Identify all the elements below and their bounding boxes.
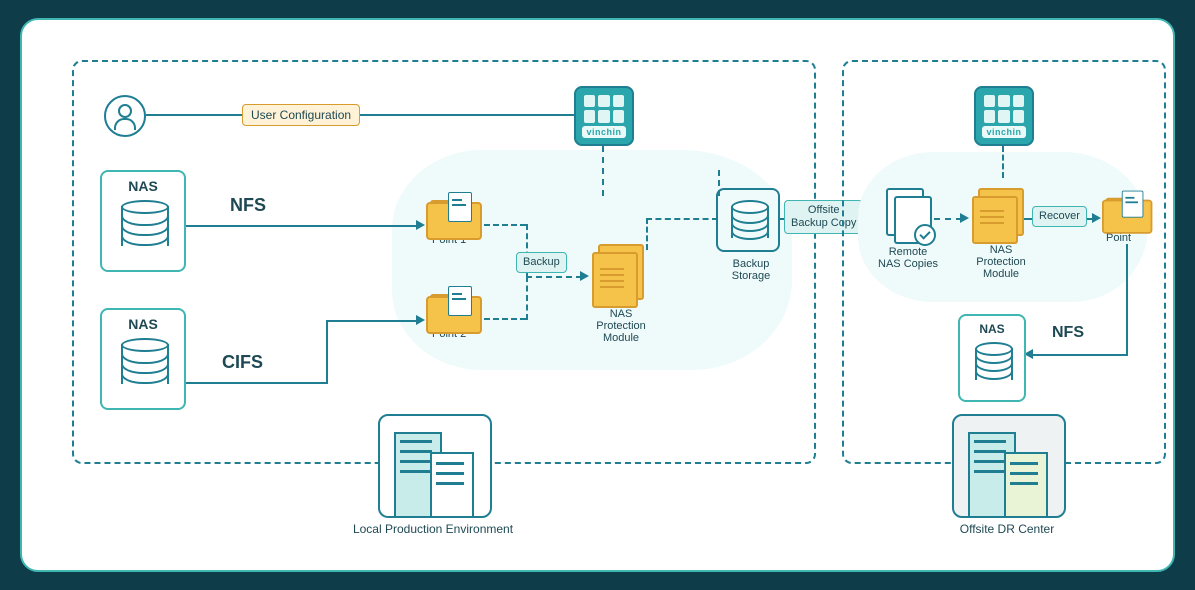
mount2: Mount Point 2: [426, 292, 486, 340]
copies-icon: [886, 188, 930, 240]
mount-offsite: Mount Point: [1102, 196, 1158, 244]
conn-mount-nas-h: [1032, 354, 1128, 356]
remote-copies-label: Remote NAS Copies: [876, 246, 940, 270]
offsite-nas-cyl-icon: [975, 342, 1009, 382]
vinchin-offsite-icon: vinchin: [974, 86, 1034, 146]
offsite-nas-label: NAS: [979, 322, 1004, 336]
dash-vin-off: [1002, 146, 1004, 178]
arrow-copies-pm: [960, 213, 969, 223]
folder-icon: [1102, 196, 1149, 234]
recover-badge: Recover: [1032, 206, 1087, 227]
conn-mount-nas-v: [1126, 244, 1128, 354]
nas1-cylinder-icon: [121, 200, 165, 248]
backup-label: Backup: [516, 252, 567, 273]
folder-icon: [426, 198, 478, 240]
dash-join-h: [526, 276, 582, 278]
folder-icon: [426, 292, 478, 334]
offsite-nfs-label: NFS: [1052, 324, 1084, 342]
dash-vin-cloud-l: [602, 146, 604, 196]
arrow-nas2-mount2: [416, 315, 425, 325]
local-env-title: Local Production Environment: [322, 522, 544, 536]
vinchin-local-label: vinchin: [582, 126, 625, 138]
nas1-label: NAS: [128, 178, 158, 194]
dash-pm-up: [646, 218, 648, 250]
protection-module-icon: [970, 188, 1022, 240]
dash-pm-store: [646, 218, 718, 220]
protection-module-offsite: NAS Protection Module: [970, 188, 1032, 280]
backup-badge: Backup: [516, 252, 567, 273]
backup-storage: Backup Storage: [716, 188, 786, 282]
dash-m1-h: [484, 224, 526, 226]
offsite-nas-box: NAS: [958, 314, 1026, 402]
cifs-label: CIFS: [222, 352, 263, 373]
arrow-to-protmod: [580, 271, 589, 281]
local-building: [378, 414, 492, 518]
vinchin-offsite-label: vinchin: [982, 126, 1025, 138]
remote-copies: Remote NAS Copies: [876, 188, 940, 270]
nfs-label: NFS: [230, 195, 266, 216]
protmod-offsite-label: NAS Protection Module: [970, 244, 1032, 280]
backup-storage-label: Backup Storage: [716, 258, 786, 282]
vinchin-local-icon: vinchin: [574, 86, 634, 146]
dash-m2-v: [526, 276, 528, 320]
conn-nas2-h2: [326, 320, 418, 322]
arrow-nas1-mount1: [416, 220, 425, 230]
dash-m2-h: [484, 318, 526, 320]
nas2-cylinder-icon: [121, 338, 165, 386]
offsite-building: [952, 414, 1066, 518]
recover-label: Recover: [1032, 206, 1087, 227]
conn-nas1-mount1: [186, 225, 418, 227]
offsite-env-title: Offsite DR Center: [932, 522, 1082, 536]
protection-module-local: NAS Protection Module: [590, 244, 652, 344]
user-icon: [104, 95, 146, 137]
storage-icon: [716, 188, 780, 252]
nas2-box: NAS: [100, 308, 186, 410]
conn-nas2-v: [326, 320, 328, 384]
conn-nas2-h: [186, 382, 326, 384]
nas1-box: NAS: [100, 170, 186, 272]
nas2-label: NAS: [128, 316, 158, 332]
mount1: Mount Point 1: [426, 198, 486, 246]
user-config-badge: User Configuration: [242, 104, 360, 126]
protection-module-icon: [590, 244, 642, 304]
protmod-local-label: NAS Protection Module: [590, 308, 652, 344]
arrow-pm-mount: [1092, 213, 1101, 223]
user-config-label: User Configuration: [242, 104, 360, 126]
dash-copies-pm: [934, 218, 962, 220]
